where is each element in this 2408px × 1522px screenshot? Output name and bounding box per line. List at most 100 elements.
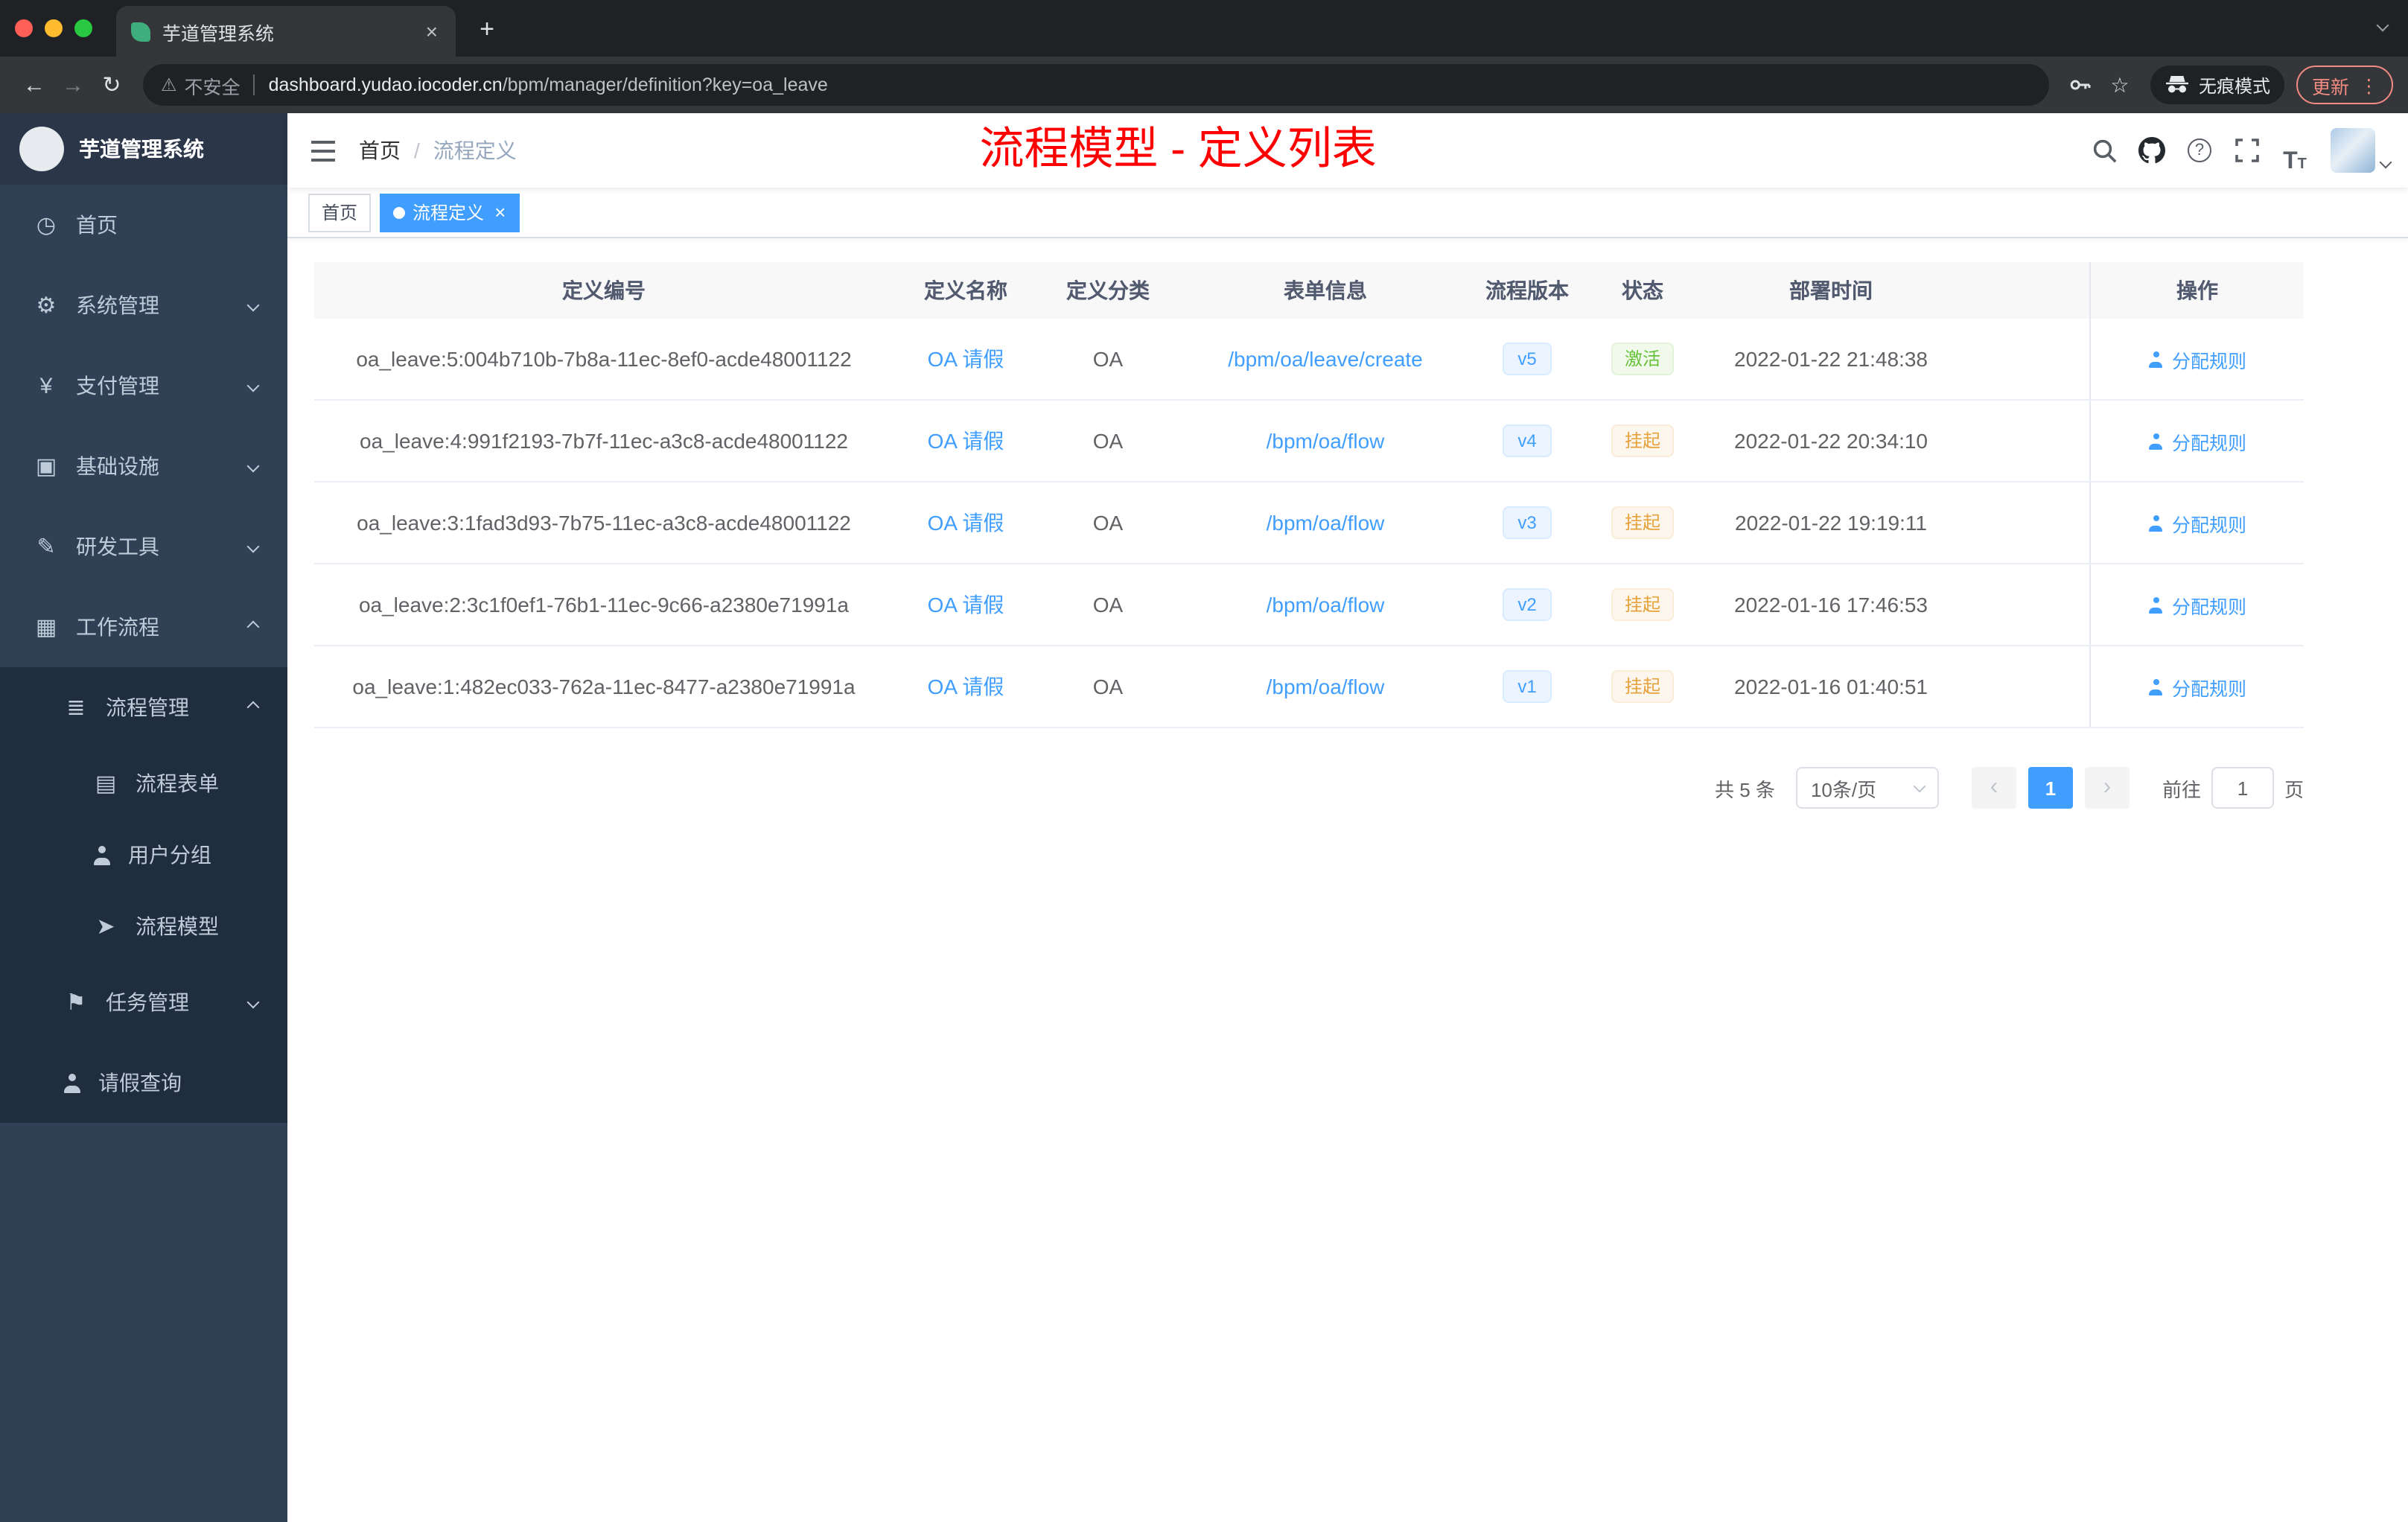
- assign-rule-link[interactable]: 分配规则: [2148, 672, 2246, 701]
- logo-avatar-image: [19, 127, 64, 171]
- definition-name-link[interactable]: OA 请假: [928, 511, 1004, 535]
- deploy-time: 2022-01-22 20:34:10: [1734, 429, 1928, 453]
- version-badge: v4: [1503, 424, 1552, 457]
- window-minimize-button[interactable]: [45, 19, 63, 37]
- sidebar-logo[interactable]: 芋道管理系统: [0, 113, 287, 185]
- chevron-down-icon: [2379, 156, 2392, 169]
- tag-close-icon[interactable]: ×: [494, 201, 506, 223]
- definition-table: 定义编号 定义名称 定义分类 表单信息 流程版本 状态 部署时间 操作 oa_l…: [314, 262, 2304, 728]
- assign-rule-link[interactable]: 分配规则: [2148, 590, 2246, 619]
- goto-page-input[interactable]: [2211, 767, 2274, 809]
- briefcase-icon: ▦: [35, 615, 57, 640]
- active-dot: [393, 206, 406, 218]
- avatar: [2331, 128, 2375, 173]
- sidebar-item-process-model[interactable]: ➤ 流程模型: [0, 891, 287, 962]
- breadcrumb: 首页 / 流程定义: [359, 136, 517, 165]
- col-definition-name: 定义名称: [924, 278, 1007, 302]
- deploy-time: 2022-01-16 01:40:51: [1734, 675, 1928, 698]
- breadcrumb-home[interactable]: 首页: [359, 136, 401, 165]
- sidebar-item-label: 流程模型: [136, 914, 219, 938]
- sidebar-item-system-mgmt[interactable]: ⚙ 系统管理: [0, 265, 287, 346]
- pagination-goto: 前往 页: [2162, 767, 2304, 809]
- definition-id: oa_leave:5:004b710b-7b8a-11ec-8ef0-acde4…: [356, 347, 852, 371]
- definition-name-link[interactable]: OA 请假: [928, 347, 1004, 371]
- github-icon[interactable]: [2128, 127, 2176, 174]
- sidebar-item-label: 系统管理: [76, 293, 159, 317]
- form-link[interactable]: /bpm/oa/leave/create: [1228, 347, 1423, 371]
- status-badge: 挂起: [1611, 670, 1674, 703]
- version-badge: v1: [1503, 670, 1552, 703]
- sidebar-item-leave-query[interactable]: 请假查询: [0, 1042, 287, 1123]
- reload-button[interactable]: ↻: [92, 66, 131, 104]
- form-link[interactable]: /bpm/oa/flow: [1267, 675, 1385, 698]
- browser-toolbar: ← → ↻ ⚠ 不安全 dashboard.yudao.iocoder.cn /…: [0, 57, 2408, 113]
- table-row: oa_leave:4:991f2193-7b7f-11ec-a3c8-acde4…: [314, 401, 2304, 483]
- tag-process-definition[interactable]: 流程定义 ×: [380, 193, 520, 232]
- chevron-down-icon: [246, 459, 260, 473]
- tab-close-icon[interactable]: ×: [423, 19, 441, 43]
- status-badge: 挂起: [1611, 588, 1674, 621]
- definition-id: oa_leave:1:482ec033-762a-11ec-8477-a2380…: [352, 675, 856, 698]
- back-button[interactable]: ←: [15, 66, 54, 104]
- assign-rule-link[interactable]: 分配规则: [2148, 509, 2246, 537]
- sidebar-item-workflow[interactable]: ▦ 工作流程: [0, 587, 287, 667]
- hamburger-icon: [311, 140, 335, 161]
- tab-search-chevron-icon[interactable]: [2376, 19, 2389, 32]
- security-label[interactable]: 不安全: [185, 71, 241, 99]
- assign-rule-link[interactable]: 分配规则: [2148, 345, 2246, 373]
- person-icon: [2148, 351, 2165, 367]
- browser-menu-dots-icon[interactable]: ⋮: [2360, 74, 2378, 96]
- logo-title: 芋道管理系统: [79, 137, 204, 161]
- browser-tab-strip: 芋道管理系统 × +: [0, 0, 2408, 57]
- browser-window: 芋道管理系统 × + ← → ↻ ⚠ 不安全 dashboard.yudao.i…: [0, 0, 2408, 1522]
- chevron-down-icon: [246, 299, 260, 312]
- tab-favicon: [131, 22, 150, 41]
- window-zoom-button[interactable]: [74, 19, 92, 37]
- version-badge: v3: [1503, 506, 1552, 539]
- sidebar-item-payment-mgmt[interactable]: ¥ 支付管理: [0, 346, 287, 426]
- definition-id: oa_leave:2:3c1f0ef1-76b1-11ec-9c66-a2380…: [358, 593, 849, 617]
- deploy-time: 2022-01-16 17:46:53: [1734, 593, 1928, 617]
- form-link[interactable]: /bpm/oa/flow: [1267, 511, 1385, 535]
- table-row: oa_leave:5:004b710b-7b8a-11ec-8ef0-acde4…: [314, 319, 2304, 401]
- form-link[interactable]: /bpm/oa/flow: [1267, 593, 1385, 617]
- sidebar-item-process-mgmt[interactable]: ≣ 流程管理: [0, 667, 287, 748]
- search-icon[interactable]: [2080, 127, 2128, 174]
- sidebar-item-user-group[interactable]: 用户分组: [0, 819, 287, 891]
- version-badge: v2: [1503, 588, 1552, 621]
- prev-page-button[interactable]: ‹: [1971, 767, 2016, 809]
- page-content: 定义编号 定义名称 定义分类 表单信息 流程版本 状态 部署时间 操作 oa_l…: [287, 238, 2408, 1522]
- url-path: /bpm/manager/definition?key=oa_leave: [502, 74, 828, 95]
- key-icon[interactable]: [2062, 66, 2100, 104]
- sidebar-item-label: 研发工具: [76, 535, 159, 558]
- assign-rule-link[interactable]: 分配规则: [2148, 427, 2246, 455]
- sidebar-item-home[interactable]: ◷ 首页: [0, 185, 287, 265]
- font-size-icon[interactable]: T T: [2271, 127, 2319, 174]
- sidebar-toggle-button[interactable]: [287, 139, 359, 162]
- sidebar-item-task-mgmt[interactable]: ⚑ 任务管理: [0, 962, 287, 1042]
- current-page-button[interactable]: 1: [2028, 767, 2073, 809]
- definition-name-link[interactable]: OA 请假: [928, 429, 1004, 453]
- status-badge: 激活: [1611, 343, 1674, 375]
- next-page-button[interactable]: ›: [2084, 767, 2130, 809]
- form-link[interactable]: /bpm/oa/flow: [1267, 429, 1385, 453]
- definition-name-link[interactable]: OA 请假: [928, 593, 1004, 617]
- sidebar-item-infrastructure[interactable]: ▣ 基础设施: [0, 426, 287, 506]
- tag-home[interactable]: 首页: [308, 193, 372, 232]
- help-icon[interactable]: ?: [2176, 127, 2223, 174]
- sidebar-item-process-form[interactable]: ▤ 流程表单: [0, 748, 287, 819]
- fullscreen-icon[interactable]: [2223, 127, 2271, 174]
- new-tab-button[interactable]: +: [468, 10, 506, 49]
- sidebar-item-dev-tools[interactable]: ✎ 研发工具: [0, 506, 287, 587]
- col-form-info: 表单信息: [1284, 278, 1367, 302]
- window-close-button[interactable]: [15, 19, 33, 37]
- definition-name-link[interactable]: OA 请假: [928, 675, 1004, 698]
- bookmark-star-icon[interactable]: ☆: [2100, 66, 2139, 104]
- forward-button[interactable]: →: [54, 66, 92, 104]
- browser-tab[interactable]: 芋道管理系统 ×: [116, 6, 456, 57]
- user-avatar-dropdown[interactable]: [2331, 128, 2392, 173]
- incognito-badge: 无痕模式: [2150, 66, 2285, 104]
- address-bar[interactable]: ⚠ 不安全 dashboard.yudao.iocoder.cn /bpm/ma…: [143, 64, 2050, 106]
- page-size-select[interactable]: 10条/页: [1795, 767, 1939, 809]
- browser-update-button[interactable]: 更新 ⋮: [2296, 66, 2393, 104]
